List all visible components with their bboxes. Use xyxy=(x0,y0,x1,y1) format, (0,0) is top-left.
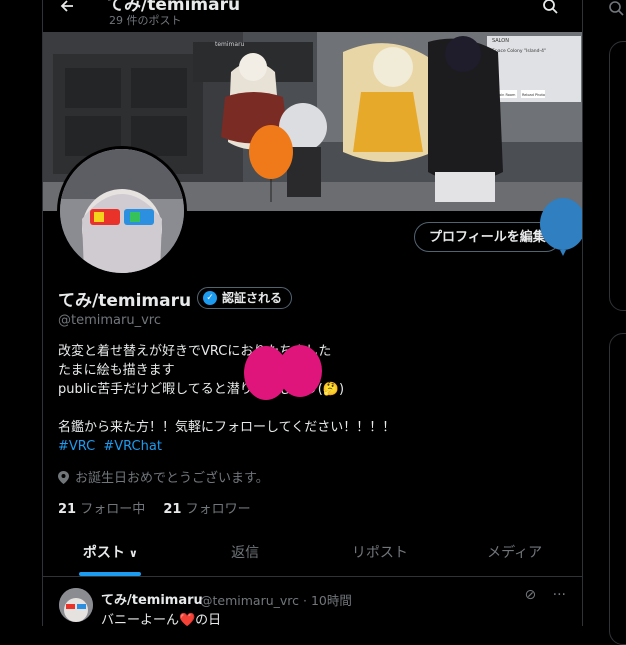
header-search-button[interactable] xyxy=(542,0,558,18)
pink-balloons-decoration xyxy=(244,345,322,400)
verified-badge-button[interactable]: ✓ 認証される xyxy=(197,287,293,309)
banner-panel-title: SALON xyxy=(492,38,509,44)
followers-link[interactable]: 21 フォロワー xyxy=(163,502,250,517)
followers-label: フォロワー xyxy=(185,502,251,517)
search-icon xyxy=(543,0,558,14)
blue-balloon-decoration xyxy=(540,198,582,256)
arrow-left-icon xyxy=(60,0,73,12)
profile-column: てみ/temimaru 29 件のポスト temimaru SALON Spac… xyxy=(42,0,583,626)
hashtag-link[interactable]: #VRC xyxy=(58,439,95,454)
post-actions: ⊘ ··· xyxy=(524,587,566,603)
verified-label: 認証される xyxy=(222,291,283,305)
profile-tabs: ポスト ∨ 返信 リポスト メディア xyxy=(43,530,582,577)
post-time[interactable]: 10時間 xyxy=(311,593,352,608)
post-meta: @temimaru_vrc · 10時間 xyxy=(200,590,352,609)
post-avatar[interactable] xyxy=(59,588,93,622)
profile-display-name: てみ/temimaru xyxy=(58,291,192,311)
right-sidebar-search-icon[interactable] xyxy=(608,0,624,20)
edit-profile-button[interactable]: プロフィールを編集 xyxy=(414,222,561,252)
post-item[interactable]: てみ/temimaru @temimaru_vrc · 10時間 バニーよーん❤… xyxy=(43,577,582,626)
following-count: 21 xyxy=(58,502,77,517)
profile-handle: @temimaru_vrc xyxy=(58,313,161,328)
tab-reposts[interactable]: リポスト xyxy=(313,530,448,576)
following-label: フォロー中 xyxy=(80,502,146,517)
profile-avatar[interactable] xyxy=(57,146,187,276)
bio-hashtags: #VRC #VRChat xyxy=(58,437,558,456)
right-sidebar-card xyxy=(609,41,626,311)
header-post-count: 29 件のポスト xyxy=(109,14,182,27)
hashtag-link[interactable]: #VRChat xyxy=(103,439,162,454)
follow-stats: 21 フォロー中 21 フォロワー xyxy=(58,498,251,517)
tab-label: ポスト xyxy=(82,545,125,561)
followers-count: 21 xyxy=(163,502,182,517)
right-sidebar-card xyxy=(609,333,626,645)
banner-panel-button-2: Reload Photo xyxy=(522,93,545,97)
profile-header-bar: てみ/temimaru 29 件のポスト xyxy=(43,0,582,32)
tab-label: リポスト xyxy=(351,545,408,561)
bio-line: 名鑑から来た方！！気軽にフォローしてください！！！！ xyxy=(58,420,396,435)
banner-panel-world: Space Colony "Island-4" xyxy=(492,48,546,54)
post-author[interactable]: てみ/temimaru xyxy=(101,589,203,608)
banner-sign-text: temimaru xyxy=(215,41,245,48)
more-icon[interactable]: ··· xyxy=(553,587,566,603)
grok-icon[interactable]: ⊘ xyxy=(524,587,536,603)
tab-media[interactable]: メディア xyxy=(447,530,582,576)
chevron-down-icon: ∨ xyxy=(128,547,138,560)
verified-check-icon: ✓ xyxy=(203,291,217,305)
profile-birthday: お誕生日おめでとうございます。 xyxy=(58,467,269,486)
tab-posts[interactable]: ポスト ∨ xyxy=(43,530,178,576)
tab-replies[interactable]: 返信 xyxy=(178,530,313,576)
location-pin-icon xyxy=(58,471,69,484)
following-link[interactable]: 21 フォロー中 xyxy=(58,502,145,517)
banner-panel-button-1: Join Room xyxy=(497,93,516,97)
tab-label: 返信 xyxy=(231,545,260,561)
post-text: バニーよーん❤️の日 xyxy=(101,613,222,626)
post-separator: · xyxy=(303,593,307,608)
post-handle[interactable]: @temimaru_vrc xyxy=(200,593,299,608)
tab-label: メディア xyxy=(487,545,543,561)
birthday-text: お誕生日おめでとうございます。 xyxy=(75,471,269,486)
back-button[interactable] xyxy=(59,0,75,19)
